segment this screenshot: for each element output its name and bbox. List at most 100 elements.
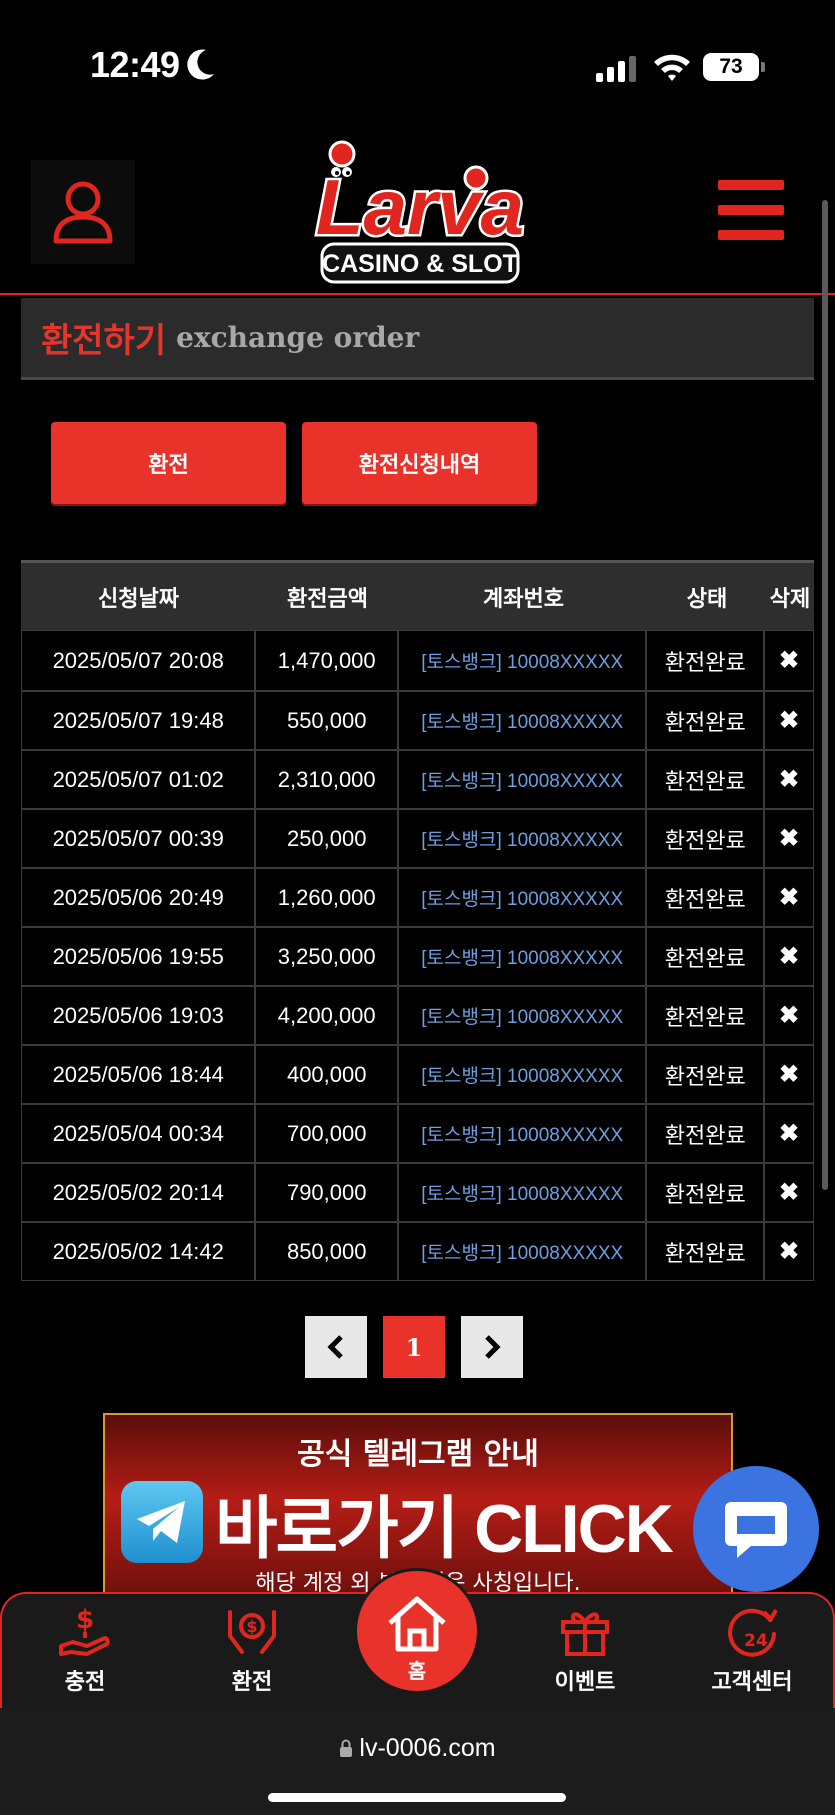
nav-item-exchange[interactable]: $ 환전 <box>192 1602 312 1696</box>
exchange-hands-icon: $ <box>228 1610 276 1654</box>
exchange-history-tab-button[interactable]: 환전신청내역 <box>302 422 537 504</box>
cell-date: 2025/05/06 19:03 <box>22 987 257 1044</box>
delete-icon[interactable]: ✖ <box>765 1223 813 1280</box>
profile-button[interactable] <box>31 160 135 264</box>
cell-date: 2025/05/02 20:14 <box>22 1164 257 1221</box>
gift-icon <box>561 1612 609 1656</box>
home-indicator[interactable] <box>268 1793 566 1802</box>
cell-amount: 850,000 <box>256 1223 400 1280</box>
cell-date: 2025/05/06 20:49 <box>22 869 257 926</box>
table-body: 2025/05/07 20:08 1,470,000 [토스뱅크] 10008XXX… <box>21 630 814 1281</box>
svg-text:24: 24 <box>744 1631 768 1651</box>
page-title: 환전하기 <box>41 321 167 361</box>
cell-date: 2025/05/06 19:55 <box>22 928 257 985</box>
status-bar: 12:49 73 <box>0 0 835 130</box>
svg-text:$: $ <box>76 1605 94 1635</box>
cell-amount: 250,000 <box>256 810 400 867</box>
cell-account-link[interactable]: [토스뱅크] 10008XXXXX <box>399 1046 648 1103</box>
chevron-right-icon <box>485 1335 501 1359</box>
delete-icon[interactable]: ✖ <box>765 810 813 867</box>
cell-account-link[interactable]: [토스뱅크] 10008XXXXX <box>399 631 648 690</box>
moon-icon <box>187 49 214 80</box>
cell-status: 환전완료 <box>647 751 766 808</box>
cell-account-link[interactable]: [토스뱅크] 10008XXXXX <box>399 1164 648 1221</box>
table-row: 2025/05/06 19:55 3,250,000 [토스뱅크] 10008XXX… <box>22 926 813 985</box>
cell-status: 환전완료 <box>647 810 766 867</box>
user-icon <box>53 181 113 244</box>
cell-status: 환전완료 <box>647 1223 766 1280</box>
table-row: 2025/05/07 00:39 250,000 [토스뱅크] 10008XXXXX… <box>22 808 813 867</box>
next-page-button[interactable] <box>461 1316 523 1378</box>
table-row: 2025/05/07 19:48 550,000 [토스뱅크] 10008XXXXX… <box>22 690 813 749</box>
nav-label-home: 홈 <box>407 1659 427 1683</box>
table-row: 2025/05/02 20:14 790,000 [토스뱅크] 10008XXXXX… <box>22 1162 813 1221</box>
page-number-current[interactable]: 1 <box>383 1316 445 1378</box>
delete-icon[interactable]: ✖ <box>765 869 813 926</box>
column-header-amount: 환전금액 <box>287 586 368 612</box>
delete-icon[interactable]: ✖ <box>765 1046 813 1103</box>
cell-status: 환전완료 <box>647 1105 766 1162</box>
delete-icon[interactable]: ✖ <box>765 1164 813 1221</box>
nav-item-home[interactable]: 홈 <box>354 1568 480 1694</box>
prev-page-button[interactable] <box>305 1316 367 1378</box>
delete-icon[interactable]: ✖ <box>765 928 813 985</box>
nav-item-deposit[interactable]: $ 충전 <box>25 1602 145 1696</box>
page-scrollbar[interactable] <box>822 200 828 1190</box>
table-row: 2025/05/07 01:02 2,310,000 [토스뱅크] 10008XXX… <box>22 749 813 808</box>
table-row: 2025/05/04 00:34 700,000 [토스뱅크] 10008XXXXX… <box>22 1103 813 1162</box>
nav-item-event[interactable]: 이벤트 <box>525 1602 645 1696</box>
larva-casino-logo[interactable]: Larva CASINO & SLOT <box>300 138 540 288</box>
cell-status: 환전완료 <box>647 987 766 1044</box>
exchange-tab-button[interactable]: 환전 <box>51 422 286 504</box>
cell-account-link[interactable]: [토스뱅크] 10008XXXXX <box>399 692 648 749</box>
cell-amount: 700,000 <box>256 1105 400 1162</box>
home-icon <box>388 1596 446 1652</box>
hamburger-menu-icon[interactable] <box>718 180 784 240</box>
table-row: 2025/05/07 20:08 1,470,000 [토스뱅크] 10008XXX… <box>22 631 813 690</box>
chat-bubble-icon <box>725 1502 787 1558</box>
cell-account-link[interactable]: [토스뱅크] 10008XXXXX <box>399 928 648 985</box>
cell-account-link[interactable]: [토스뱅크] 10008XXXXX <box>399 751 648 808</box>
browser-url-bar[interactable]: lv-0006.com <box>0 1708 835 1815</box>
delete-icon[interactable]: ✖ <box>765 692 813 749</box>
cellular-signal-icon <box>596 56 636 82</box>
cell-amount: 550,000 <box>256 692 400 749</box>
exchange-history-table: 신청날짜 환전금액 계좌번호 상태 삭제 2025/05/07 20:08 1,4… <box>21 560 814 1281</box>
cell-account-link[interactable]: [토스뱅크] 10008XXXXX <box>399 810 648 867</box>
delete-icon[interactable]: ✖ <box>765 1105 813 1162</box>
column-header-date: 신청날짜 <box>98 586 179 612</box>
cell-account-link[interactable]: [토스뱅크] 10008XXXXX <box>399 987 648 1044</box>
cell-amount: 3,250,000 <box>256 928 400 985</box>
nav-label-deposit: 충전 <box>64 1670 106 1695</box>
cell-amount: 1,470,000 <box>256 631 400 690</box>
page-subtitle: exchange order <box>176 321 420 354</box>
banner-title: 공식 텔레그램 안내 <box>297 1437 539 1472</box>
cell-account-link[interactable]: [토스뱅크] 10008XXXXX <box>399 1223 648 1280</box>
cell-date: 2025/05/07 19:48 <box>22 692 257 749</box>
cell-status: 환전완료 <box>647 1164 766 1221</box>
delete-icon[interactable]: ✖ <box>765 987 813 1044</box>
cell-account-link[interactable]: [토스뱅크] 10008XXXXX <box>399 869 648 926</box>
24h-support-icon: 24 <box>728 1608 778 1657</box>
cell-status: 환전완료 <box>647 1046 766 1103</box>
deposit-hand-icon: $ <box>59 1605 110 1656</box>
column-header-account: 계좌번호 <box>483 586 564 612</box>
cell-date: 2025/05/07 20:08 <box>22 631 257 690</box>
table-row: 2025/05/02 14:42 850,000 [토스뱅크] 10008XXXXX… <box>22 1221 813 1280</box>
nav-label-exchange: 환전 <box>231 1670 273 1695</box>
live-chat-button[interactable] <box>693 1466 819 1592</box>
cell-status: 환전완료 <box>647 692 766 749</box>
delete-icon[interactable]: ✖ <box>765 631 813 690</box>
telegram-icon <box>121 1481 203 1563</box>
svg-text:$: $ <box>246 1617 257 1636</box>
cell-status: 환전완료 <box>647 928 766 985</box>
wifi-icon <box>654 54 690 81</box>
cell-date: 2025/05/02 14:42 <box>22 1223 257 1280</box>
cell-status: 환전완료 <box>647 631 766 690</box>
nav-item-support[interactable]: 24 고객센터 <box>692 1602 812 1696</box>
cell-account-link[interactable]: [토스뱅크] 10008XXXXX <box>399 1105 648 1162</box>
logo-tagline: CASINO & SLOT <box>322 250 518 278</box>
table-row: 2025/05/06 19:03 4,200,000 [토스뱅크] 10008XXX… <box>22 985 813 1044</box>
table-row: 2025/05/06 18:44 400,000 [토스뱅크] 10008XXXXX… <box>22 1044 813 1103</box>
delete-icon[interactable]: ✖ <box>765 751 813 808</box>
